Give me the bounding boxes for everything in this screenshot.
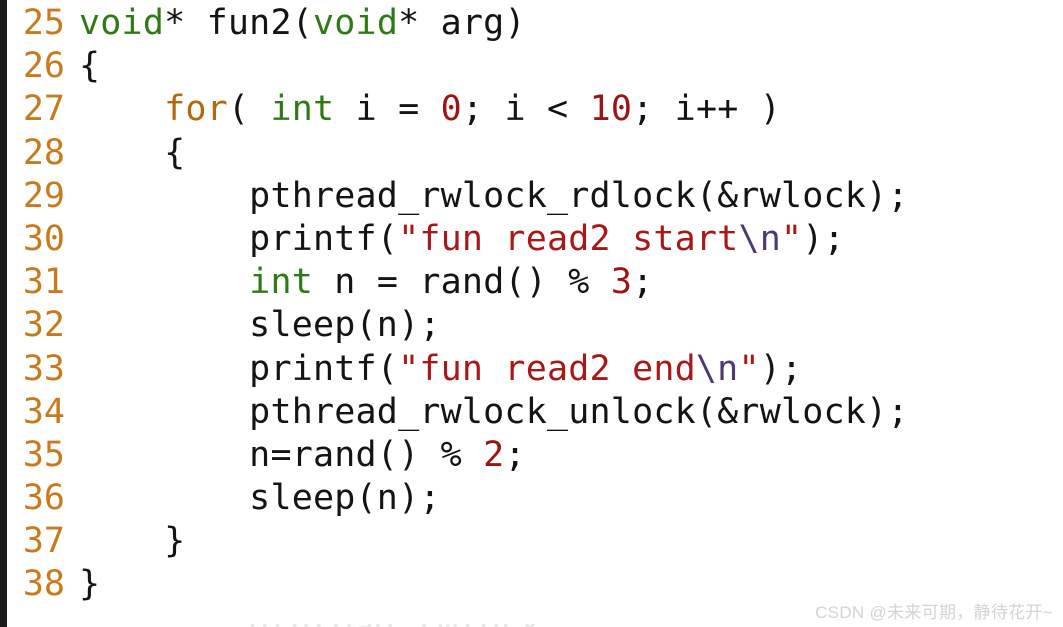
token-plain: sleep(n);	[79, 305, 441, 346]
token-plain: ;	[504, 434, 526, 475]
token-string: "fun read2 start	[398, 218, 739, 259]
token-escape: \n	[695, 348, 739, 389]
token-string: "	[780, 218, 803, 259]
line-number: 27	[22, 89, 65, 130]
line-content[interactable]: {	[79, 132, 1063, 175]
token-plain: ; i <	[461, 89, 590, 130]
code-line[interactable]: 34 pthread_rwlock_unlock(&rwlock);	[7, 391, 1063, 434]
line-number: 37	[22, 521, 65, 562]
line-content[interactable]: n=rand() % 2;	[79, 434, 1063, 477]
token-number: 2	[483, 434, 505, 475]
token-type: void	[313, 3, 399, 43]
line-content[interactable]: sleep(n);	[79, 477, 1063, 520]
token-plain: }	[79, 521, 186, 562]
token-type: int	[249, 262, 314, 303]
code-lines-container[interactable]: 25 void* fun2(void* arg) 26{27 for( int i …	[7, 0, 1063, 607]
token-plain: );	[802, 218, 845, 259]
code-line[interactable]: 26 {	[7, 45, 1063, 88]
token-plain: printf(	[79, 348, 399, 389]
token-string: "	[738, 348, 760, 389]
code-line[interactable]: 29 pthread_rwlock_rdlock(&rwlock);	[7, 175, 1063, 218]
code-editor[interactable]: 25 void* fun2(void* arg) 26{27 for( int i …	[0, 0, 1063, 627]
code-line[interactable]: 37 }	[7, 520, 1063, 563]
token-number: 0	[440, 89, 462, 130]
line-number: 33	[22, 348, 65, 389]
line-content[interactable]: pthread_rwlock_rdlock(&rwlock);	[79, 175, 1063, 218]
line-number: 32	[22, 305, 65, 346]
line-content[interactable]: printf("fun read2 end\n");	[79, 348, 1063, 391]
token-plain: pthread_rwlock_unlock(&rwlock);	[79, 391, 909, 432]
token-plain: i =	[334, 89, 441, 130]
code-line[interactable]: 32 sleep(n);	[7, 304, 1063, 347]
line-number: 38	[22, 564, 65, 605]
token-string: "fun read2 end	[398, 348, 696, 389]
token-plain: pthread_rwlock_rdlock(&rwlock);	[79, 175, 909, 216]
line-content[interactable]: void* fun2(void* arg)	[79, 2, 1063, 45]
token-plain: (	[227, 89, 271, 130]
line-number: 28	[22, 132, 65, 173]
token-plain: );	[759, 348, 803, 389]
token-escape: \n	[738, 218, 781, 259]
line-content[interactable]: pthread_rwlock_unlock(&rwlock);	[79, 391, 1063, 434]
token-type: void	[79, 3, 165, 43]
token-plain: * fun2(	[164, 3, 313, 43]
line-number: 35	[22, 434, 65, 475]
line-number: 31	[22, 262, 65, 303]
line-content[interactable]: }	[79, 520, 1063, 563]
line-number: 30	[22, 218, 65, 259]
token-number: 3	[610, 262, 633, 303]
token-type: int	[270, 89, 335, 130]
token-plain: printf(	[79, 218, 399, 259]
token-plain: n=rand() %	[79, 434, 484, 475]
token-keyword: for	[164, 89, 228, 130]
code-line[interactable]: 31 int n = rand() % 3;	[7, 261, 1063, 304]
code-line[interactable]: 27 for( int i = 0; i < 10; i++ )	[7, 88, 1063, 131]
code-line[interactable]: 36 sleep(n);	[7, 477, 1063, 520]
token-plain: {	[79, 132, 186, 173]
token-number: 10	[589, 89, 633, 130]
line-number: 36	[22, 478, 65, 519]
line-content[interactable]: printf("fun read2 start\n");	[79, 218, 1063, 261]
line-number: 34	[22, 391, 65, 432]
line-content[interactable]: sleep(n);	[79, 304, 1063, 347]
line-content[interactable]: {	[79, 45, 1063, 88]
line-number: 29	[22, 175, 65, 216]
token-plain: sleep(n);	[79, 478, 441, 519]
token-plain: ; i++ )	[632, 89, 782, 130]
code-line[interactable]: 35 n=rand() % 2;	[7, 434, 1063, 477]
token-plain: * arg)	[398, 3, 526, 43]
code-line[interactable]: 25 void* fun2(void* arg)	[7, 2, 1063, 45]
token-plain: n = rand() %	[313, 262, 611, 303]
line-number: 26	[22, 46, 65, 87]
token-plain: {	[79, 46, 101, 87]
csdn-watermark: CSDN @未来可期，静待花开~	[815, 603, 1053, 622]
token-plain: }	[79, 564, 101, 605]
line-number: 25	[22, 3, 65, 43]
code-line[interactable]: 33 printf("fun read2 end\n");	[7, 348, 1063, 391]
line-content[interactable]: for( int i = 0; i < 10; i++ )	[79, 88, 1063, 131]
line-content[interactable]: int n = rand() % 3;	[79, 261, 1063, 304]
token-plain: ;	[632, 262, 654, 303]
code-line[interactable]: 28 {	[7, 132, 1063, 175]
code-line[interactable]: 30 printf("fun read2 start\n");	[7, 218, 1063, 261]
